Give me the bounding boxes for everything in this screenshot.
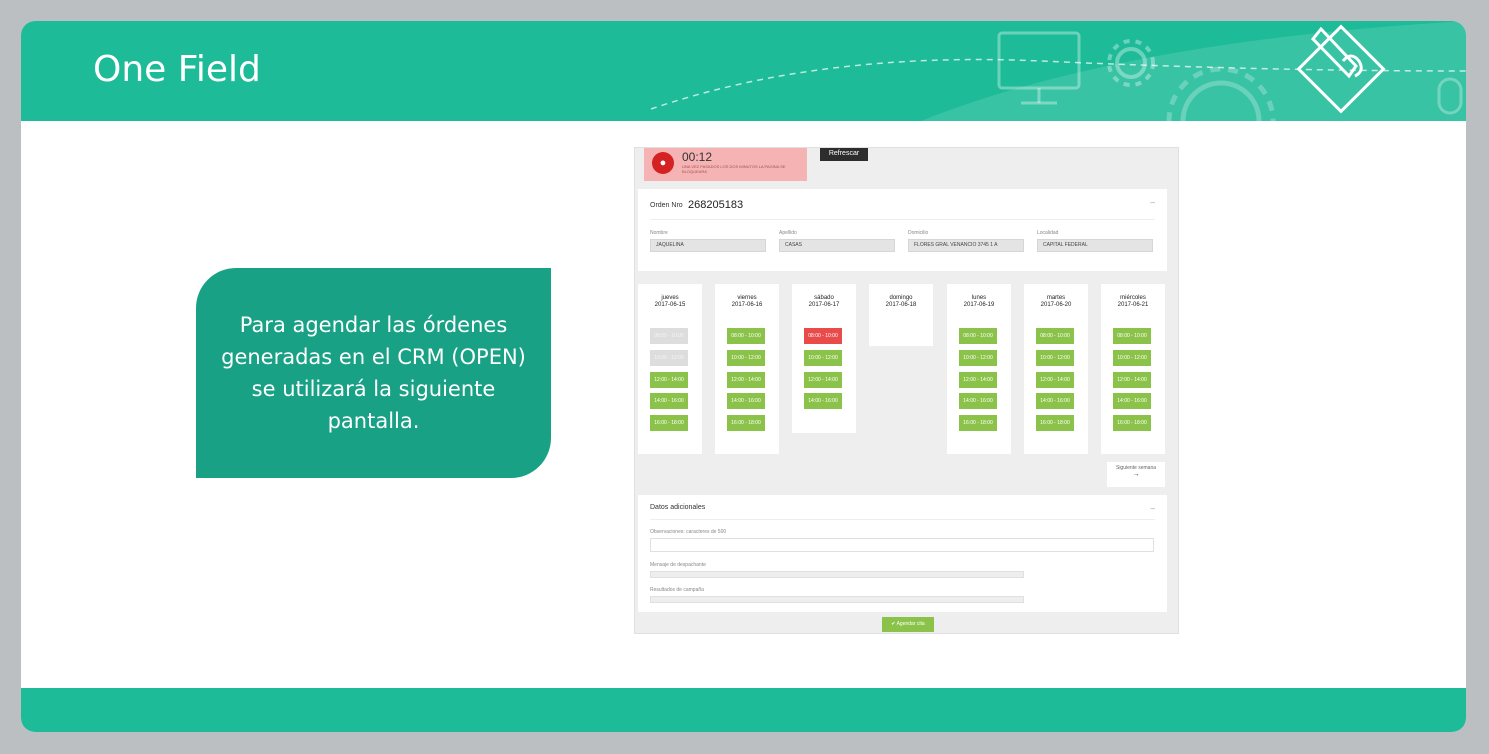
app-screenshot: ● 00:12 UNA VEZ PASADOS LOS DOS MINUTOS … [634,147,1179,634]
observaciones-input[interactable] [650,538,1154,552]
field-apellido[interactable]: CASAS [779,239,895,252]
callout-text: Para agendar las órdenes generadas en el… [221,313,526,433]
time-slot-button[interactable]: 10:00 - 12:00 [1036,350,1074,366]
field-label-nombre: Nombre [650,230,668,236]
day-name: domingo [889,295,913,301]
header-banner: One Field [21,21,1466,121]
day-column: jueves 2017-06-15 08:00 - 10:00 10:00 - 12:… [638,284,702,454]
time-slot-button[interactable]: 14:00 - 16:00 [804,393,842,409]
day-header: lunes 2017-06-19 [947,295,1011,309]
time-slot-button[interactable]: 16:00 - 18:00 [650,415,688,431]
field-localidad[interactable]: CAPITAL FEDERAL [1037,239,1153,252]
time-slot-button[interactable]: 14:00 - 16:00 [727,393,765,409]
day-header: miércoles 2017-06-21 [1101,295,1165,309]
day-name: jueves [661,295,679,301]
day-column: lunes 2017-06-19 08:00 - 10:00 10:00 - 12:0… [947,284,1011,454]
day-date: 2017-06-16 [731,302,763,308]
time-slot-button[interactable]: 10:00 - 12:00 [959,350,997,366]
despachante-field [650,571,1024,578]
arrow-right-icon: → [1132,471,1140,478]
additional-data-panel: Datos adicionales – Observaciones: carac… [638,495,1167,612]
time-slot-button[interactable]: 08:00 - 10:00 [1036,328,1074,344]
time-slot-button[interactable]: 12:00 - 14:00 [1113,372,1151,388]
session-timer: ● 00:12 UNA VEZ PASADOS LOS DOS MINUTOS … [644,148,807,181]
time-slot-button[interactable]: 14:00 - 16:00 [1036,393,1074,409]
field-nombre[interactable]: JAQUELINA [650,239,766,252]
day-column: sábado 2017-06-17 08:00 - 10:00 10:00 - 12:… [792,284,856,433]
slide-title: One Field [93,49,261,90]
time-slot-button[interactable]: 12:00 - 14:00 [727,372,765,388]
time-slot-button[interactable]: 12:00 - 14:00 [1036,372,1074,388]
day-column: martes 2017-06-20 08:00 - 10:00 10:00 - 12:… [1024,284,1088,454]
time-slot-button: 10:00 - 12:00 [650,350,688,366]
time-slot-button[interactable]: 12:00 - 14:00 [650,372,688,388]
order-number: 268205183 [688,199,744,211]
time-slot-button[interactable]: 10:00 - 12:00 [1113,350,1151,366]
time-slot-button[interactable]: 08:00 - 10:00 [1113,328,1151,344]
timer-message: UNA VEZ PASADOS LOS DOS MINUTOS LA PAGIN… [682,164,786,174]
time-slot-button[interactable]: 08:00 - 10:00 [727,328,765,344]
day-date: 2017-06-21 [1117,302,1149,308]
day-header: martes 2017-06-20 [1024,295,1088,309]
campania-label: Resultados de campaña [650,587,704,593]
next-week-button[interactable]: Siguiente semana → [1107,462,1165,487]
time-slot-button[interactable]: 12:00 - 14:00 [804,372,842,388]
banner-illustration [650,21,1466,121]
day-column: miércoles 2017-06-21 08:00 - 10:00 10:00 - … [1101,284,1165,454]
day-date: 2017-06-15 [654,302,686,308]
field-label-domicilio: Domicilio [908,230,929,236]
day-header: jueves 2017-06-15 [638,295,702,309]
order-label: Orden Nro [650,202,683,209]
day-name: lunes [971,295,987,301]
additional-data-title: Datos adicionales [650,504,706,511]
time-slot-button[interactable]: 10:00 - 12:00 [804,350,842,366]
time-slot-button[interactable]: 10:00 - 12:00 [727,350,765,366]
time-slot-button: 08:00 - 10:00 [650,328,688,344]
day-column: viernes 2017-06-16 08:00 - 10:00 10:00 - 12… [715,284,779,454]
day-name: viernes [737,295,757,301]
order-panel: Orden Nro 268205183 – Nombre JAQUELINA A… [638,189,1167,271]
day-name: sábado [814,295,834,301]
footer-bar [21,688,1466,732]
field-label-apellido: Apellido [779,230,797,236]
time-slot-button[interactable]: 14:00 - 16:00 [650,393,688,409]
info-callout: Para agendar las órdenes generadas en el… [196,268,551,478]
collapse-icon[interactable]: – [1151,504,1155,513]
schedule-appointment-button[interactable]: ✔ Agendar cita [882,617,934,632]
divider [650,519,1155,520]
collapse-icon[interactable]: – [1151,198,1155,207]
day-name: martes [1046,295,1066,301]
day-date: 2017-06-20 [1040,302,1072,308]
time-slot-button[interactable]: 16:00 - 18:00 [1113,415,1151,431]
lightbulb-icon: ● [652,152,674,174]
time-slot-button[interactable]: 14:00 - 16:00 [1113,393,1151,409]
time-slot-button[interactable]: 16:00 - 18:00 [727,415,765,431]
day-header: sábado 2017-06-17 [792,295,856,309]
day-column: domingo 2017-06-18 [869,284,933,346]
time-slot-button[interactable]: 16:00 - 18:00 [959,415,997,431]
despachante-label: Mensaje de despachante [650,562,706,568]
time-slot-button[interactable]: 08:00 - 10:00 [804,328,842,344]
observaciones-label: Observaciones: caracteres de 500 [650,529,727,535]
field-domicilio[interactable]: FLORES GRAL VENANCIO 3745 1 A [908,239,1024,252]
slide: One Field Para agendar las órdenes gener… [21,21,1466,732]
time-slot-button[interactable]: 16:00 - 18:00 [1036,415,1074,431]
time-slot-button[interactable]: 08:00 - 10:00 [959,328,997,344]
time-slot-button[interactable]: 12:00 - 14:00 [959,372,997,388]
day-date: 2017-06-18 [885,302,917,308]
divider [650,219,1155,220]
day-date: 2017-06-17 [808,302,840,308]
time-slot-button[interactable]: 14:00 - 16:00 [959,393,997,409]
day-header: viernes 2017-06-16 [715,295,779,309]
timer-value: 00:12 [682,150,713,164]
day-date: 2017-06-19 [963,302,995,308]
day-header: domingo 2017-06-18 [869,295,933,309]
campania-field [650,596,1024,603]
field-label-localidad: Localidad [1037,230,1059,236]
day-name: miércoles [1120,295,1146,301]
refresh-button[interactable]: Refrescar [820,148,868,161]
